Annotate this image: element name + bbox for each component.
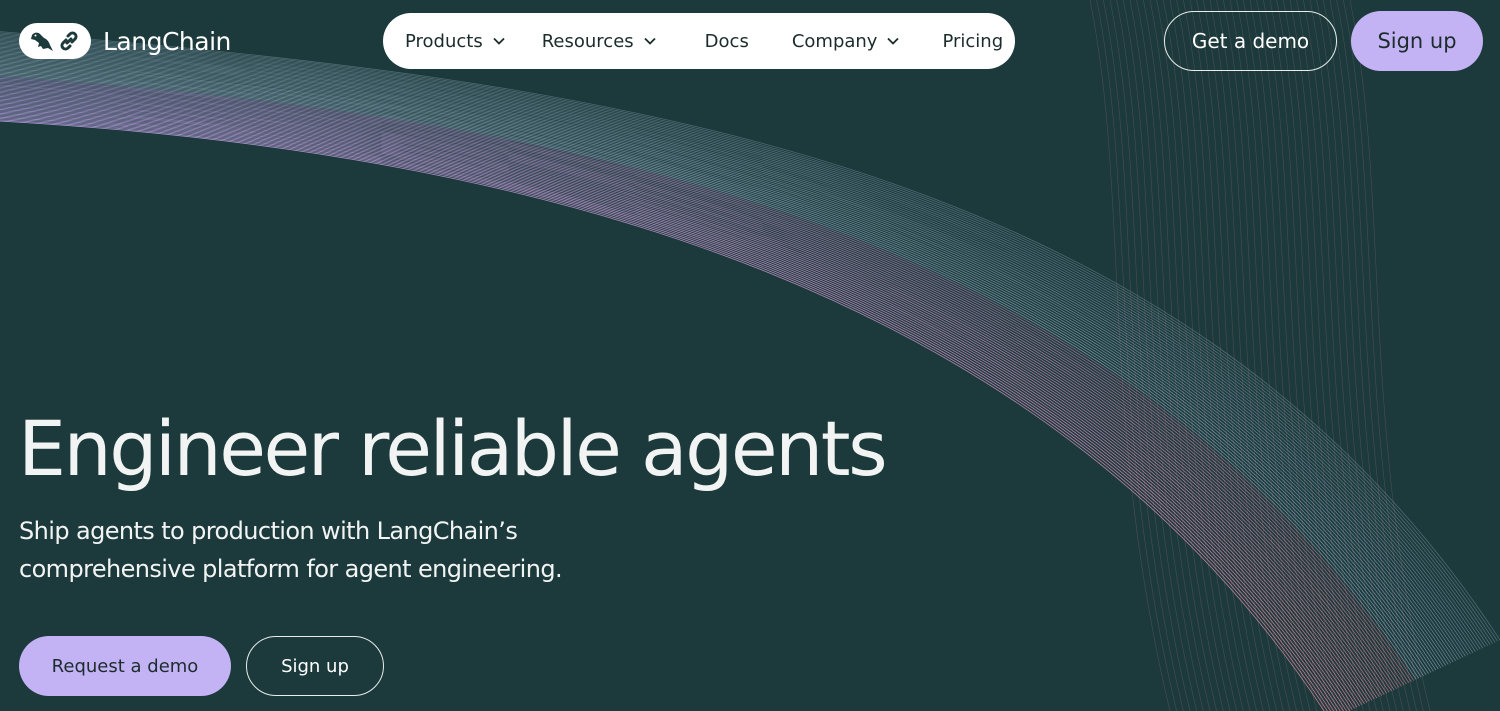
strand-line <box>1129 0 1211 711</box>
wave-line <box>0 102 1365 704</box>
strand-line <box>1163 0 1244 711</box>
strand-line <box>1236 0 1317 711</box>
thin-strand-group <box>1089 0 1431 711</box>
hero-title: Engineer reliable agents <box>18 404 888 493</box>
hero-subtitle-line-2: comprehensive platform for agent enginee… <box>19 555 563 583</box>
wave-line <box>0 98 1373 701</box>
chevron-down-icon <box>643 36 657 46</box>
wave-line <box>0 97 1375 700</box>
nav-item-company[interactable]: Company <box>792 31 901 52</box>
wave-line <box>0 101 1368 703</box>
wave-line <box>0 94 1380 698</box>
nav-item-label: Resources <box>541 30 634 52</box>
wave-line <box>0 93 1383 696</box>
strand-line <box>1169 0 1251 711</box>
brand-name: LangChain <box>103 26 231 56</box>
chevron-down-icon <box>886 36 900 46</box>
strand-line <box>1256 0 1337 711</box>
chain-link-icon <box>60 31 78 51</box>
main-nav: Products Resources Docs Company Pricing <box>383 13 1015 69</box>
nav-item-products[interactable]: Products <box>405 31 506 52</box>
nav-item-resources[interactable]: Resources <box>542 31 657 52</box>
langchain-logo[interactable]: LangChain <box>19 22 231 60</box>
background-wave-lines <box>0 0 1500 711</box>
strand-line <box>1216 0 1297 711</box>
hero-subtitle-line-1: Ship agents to production with LangChain… <box>19 517 518 545</box>
strand-line <box>1149 0 1231 711</box>
nav-item-label: Pricing <box>942 30 1004 52</box>
hero-subtitle: Ship agents to production with LangChain… <box>19 512 579 588</box>
strand-line <box>1243 0 1324 711</box>
logo-badge <box>19 23 91 59</box>
chevron-down-icon <box>492 36 506 46</box>
parrot-icon <box>31 32 53 51</box>
nav-item-pricing[interactable]: Pricing <box>942 31 1003 52</box>
nav-item-docs[interactable]: Docs <box>705 31 749 52</box>
header-sign-up-button[interactable]: Sign up <box>1351 11 1483 71</box>
nav-item-label: Products <box>405 30 483 52</box>
strand-line <box>1249 0 1331 711</box>
nav-item-label: Docs <box>704 30 749 52</box>
nav-item-label: Company <box>791 30 878 52</box>
hero-sign-up-button[interactable]: Sign up <box>246 636 384 696</box>
request-a-demo-button[interactable]: Request a demo <box>19 636 231 696</box>
strand-line <box>1223 0 1304 711</box>
get-a-demo-button[interactable]: Get a demo <box>1164 11 1337 71</box>
strand-line <box>1229 0 1311 711</box>
